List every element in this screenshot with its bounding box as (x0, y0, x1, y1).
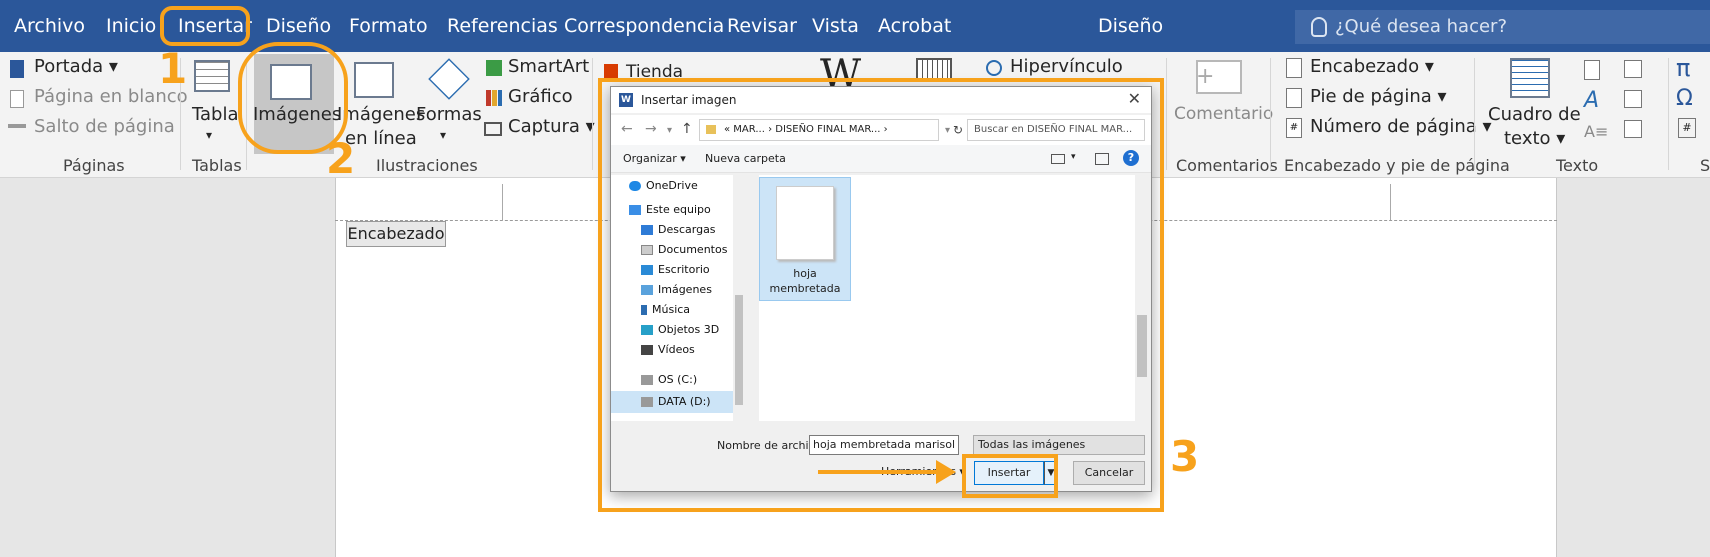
number-icon[interactable]: # (1678, 118, 1696, 138)
group-label-texto: Texto (1556, 156, 1599, 175)
pie-de-pagina-button[interactable]: Pie de página ▾ (1310, 86, 1447, 107)
date-time-icon[interactable] (1624, 90, 1642, 108)
group-separator (1166, 58, 1167, 170)
annotation-number-3: 3 (1170, 432, 1200, 481)
encabezado-button[interactable]: Encabezado ▾ (1310, 56, 1434, 77)
margin-mark (502, 184, 503, 220)
cuadro-de-texto-line2: texto ▾ (1504, 128, 1566, 149)
quick-parts-icon[interactable] (1584, 60, 1600, 80)
footer-icon (1286, 88, 1302, 108)
cover-page-icon (10, 60, 24, 78)
group-separator (1474, 58, 1475, 170)
store-icon (604, 64, 618, 78)
comentario-button[interactable]: Comentario (1174, 104, 1273, 124)
group-label-comentarios: Comentarios (1176, 156, 1278, 175)
tab-formato[interactable]: Formato (349, 0, 428, 52)
tab-archivo[interactable]: Archivo (14, 0, 85, 52)
tell-me-box[interactable]: ¿Qué desea hacer? (1295, 10, 1710, 44)
tell-me-placeholder: ¿Qué desea hacer? (1335, 16, 1507, 37)
chart-icon (486, 90, 502, 106)
grafico-button[interactable]: Gráfico (508, 86, 573, 107)
tab-inicio[interactable]: Inicio (106, 0, 156, 52)
group-separator (592, 58, 593, 170)
cuadro-de-texto-button[interactable]: Cuadro de (1488, 104, 1581, 125)
blank-page-icon (10, 90, 24, 108)
lightbulb-icon (1311, 17, 1327, 37)
annotation-arrow-line (818, 470, 946, 474)
wordart-icon[interactable]: A (1584, 88, 1599, 113)
annotation-number-2: 2 (326, 134, 356, 183)
shapes-icon (428, 58, 470, 100)
table-icon (194, 60, 230, 92)
header-tag: Encabezado (346, 221, 446, 247)
tab-vista[interactable]: Vista (812, 0, 859, 52)
menu-bar: Archivo Inicio Insertar Diseño Formato R… (0, 0, 1710, 52)
captura-button[interactable]: Captura ▾ (508, 116, 595, 137)
tab-acrobat[interactable]: Acrobat (878, 0, 951, 52)
portada-button[interactable]: Portada ▾ (34, 56, 118, 77)
object-icon[interactable] (1624, 120, 1642, 138)
annotation-number-1: 1 (158, 44, 188, 93)
text-box-icon (1510, 58, 1550, 98)
group-separator (1270, 58, 1271, 170)
context-tab-title[interactable]: Diseño (1098, 0, 1163, 52)
margin-mark (1390, 184, 1391, 220)
plus-icon: + (1196, 64, 1215, 89)
annotation-insert-button-highlight (962, 454, 1058, 498)
annotation-dialog-frame (598, 78, 1164, 512)
salto-de-pagina-button[interactable]: Salto de página (34, 116, 175, 137)
imagenes-en-linea-line2: en línea (345, 128, 417, 149)
group-label-simbolos: S (1700, 156, 1710, 175)
tabla-button[interactable]: Tabla (192, 104, 239, 125)
tabla-dropdown-arrow[interactable]: ▾ (206, 128, 212, 142)
numero-de-pagina-button[interactable]: Número de página ▾ (1310, 116, 1492, 137)
camera-icon (484, 122, 502, 136)
annotation-arrow-head (936, 460, 956, 484)
group-label-ilustraciones: Ilustraciones (376, 156, 478, 175)
signature-line-icon[interactable] (1624, 60, 1642, 78)
page-break-icon (8, 124, 26, 128)
symbol-icon[interactable]: Ω (1676, 86, 1693, 111)
smartart-icon (486, 60, 502, 76)
tab-correspondencia[interactable]: Correspondencia (564, 0, 724, 52)
group-separator (1668, 58, 1669, 170)
group-label-tablas: Tablas (192, 156, 242, 175)
smartart-button[interactable]: SmartArt (508, 56, 589, 77)
tab-referencias[interactable]: Referencias (447, 0, 558, 52)
header-icon (1286, 58, 1302, 78)
imagenes-en-linea-button[interactable]: Imágenes (337, 104, 425, 125)
formas-button[interactable]: Formas (416, 104, 482, 125)
globe-link-icon (986, 60, 1002, 76)
equation-icon[interactable]: π (1676, 54, 1690, 82)
group-label-encabezado: Encabezado y pie de página (1284, 156, 1510, 175)
drop-cap-icon[interactable]: A≡ (1584, 122, 1608, 141)
page-number-icon: # (1286, 118, 1302, 138)
hipervinculo-button[interactable]: Hipervínculo (1010, 56, 1123, 77)
formas-dropdown-arrow[interactable]: ▾ (440, 128, 446, 142)
tab-revisar[interactable]: Revisar (727, 0, 797, 52)
group-label-paginas: Páginas (63, 156, 125, 175)
online-picture-icon (354, 62, 394, 98)
annotation-insertar-highlight (160, 6, 250, 46)
